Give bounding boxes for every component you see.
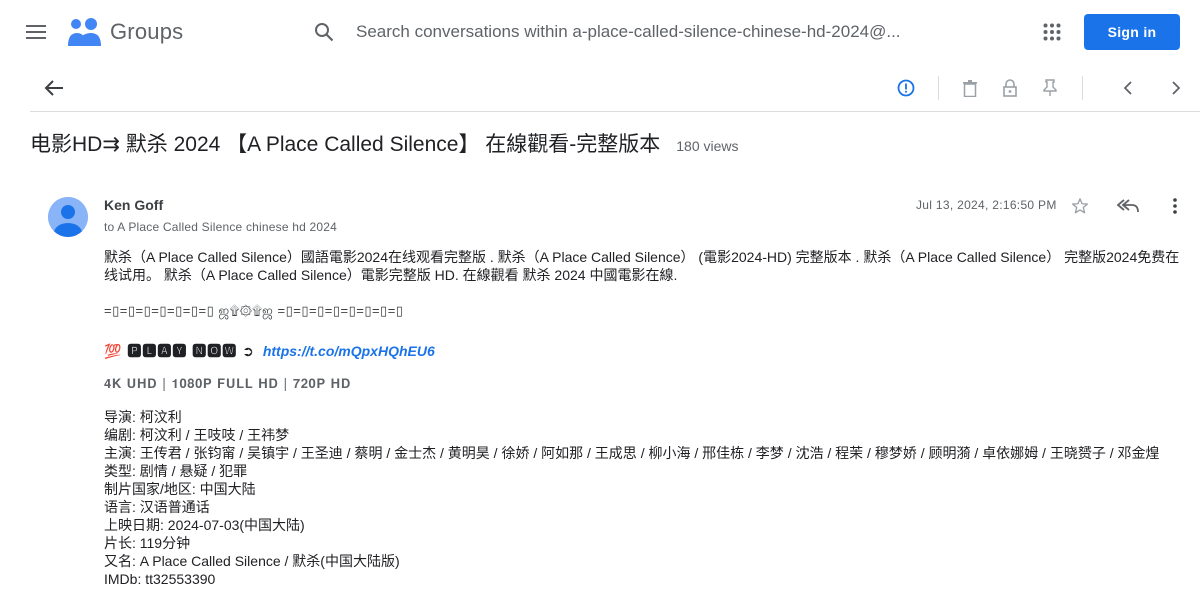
message-date: Jul 13, 2024, 2:16:50 PM <box>916 198 1057 212</box>
thread-title: 电影HD⇉ 默杀 2024 【A Place Called Silence】 在… <box>30 133 661 156</box>
reply-all-icon <box>1117 199 1139 213</box>
thread-toolbar <box>30 64 1200 112</box>
search-icon <box>315 23 334 42</box>
info-line-aka: 又名: A Place Called Silence / 默杀(中国大陆版) <box>104 553 400 569</box>
avatar <box>48 197 88 237</box>
chevron-left-icon <box>1123 81 1132 95</box>
play-now-label: 💯 🅿🅻🅰🆈 🅽🅾🆆 ➲ <box>104 343 255 359</box>
arrow-back-icon <box>44 80 63 96</box>
info-line-country: 制片国家/地区: 中国大陆 <box>104 481 256 497</box>
play-now-link[interactable]: https://t.co/mQpxHQhEU6 <box>263 342 435 360</box>
search-input[interactable] <box>356 22 916 42</box>
thread-header: 电影HD⇉ 默杀 2024 【A Place Called Silence】 在… <box>30 128 739 158</box>
search-button[interactable] <box>304 12 344 52</box>
movie-info: 导演: 柯汶利 编剧: 柯汶利 / 王吱吱 / 王祎梦 主演: 王传君 / 张钧… <box>104 408 1180 588</box>
info-line-writers: 编剧: 柯汶利 / 王吱吱 / 王祎梦 <box>104 427 290 443</box>
view-count: 180 views <box>676 138 739 154</box>
next-thread-button[interactable] <box>1158 70 1194 106</box>
previous-thread-button[interactable] <box>1110 70 1146 106</box>
chevron-right-icon <box>1172 81 1181 95</box>
more-vert-icon <box>1173 198 1177 214</box>
person-avatar-icon <box>48 197 88 237</box>
author-name[interactable]: Ken Goff <box>104 197 163 213</box>
top-bar: Groups Sign in <box>0 0 1200 64</box>
quality-line: 𝟒𝐊 𝐔𝐇𝐃 | 𝟏𝟎𝟖𝟎𝐏 𝐅𝐔𝐋𝐋 𝐇𝐃 | 𝟕𝟐𝟎𝐏 𝐇𝐃 <box>104 377 351 392</box>
main-menu-button[interactable] <box>18 14 54 50</box>
star-button[interactable] <box>1065 191 1095 221</box>
toolbar-divider <box>1082 76 1083 100</box>
info-line-runtime: 片长: 119分钟 <box>104 535 191 551</box>
toolbar-divider <box>938 76 939 100</box>
app-name: Groups <box>110 19 184 44</box>
recipient-line: to A Place Called Silence chinese hd 202… <box>104 220 338 234</box>
info-line-imdb: IMDb: tt32553390 <box>104 571 216 587</box>
groups-logo-icon <box>68 18 101 46</box>
search-bar <box>304 12 1044 52</box>
reply-all-button[interactable] <box>1113 191 1143 221</box>
delete-button[interactable] <box>952 70 988 106</box>
info-line-director: 导演: 柯汶利 <box>104 409 182 425</box>
apps-grid-icon <box>1043 23 1061 41</box>
info-line-language: 语言: 汉语普通话 <box>104 499 210 515</box>
decorative-divider: =▯=▯=▯=▯=▯=▯=▯ ஜ۩۞۩ஜ =▯=▯=▯=▯=▯=▯=▯=▯ <box>104 303 404 318</box>
message-body: 默杀（A Place Called Silence）國語電影2024在线观看完整… <box>104 248 1180 588</box>
info-line-cast: 主演: 王传君 / 张钧甯 / 吴镇宇 / 王圣迪 / 蔡明 / 金士杰 / 黄… <box>104 445 1160 461</box>
trash-icon <box>963 79 977 97</box>
info-line-genre: 类型: 剧情 / 悬疑 / 犯罪 <box>104 463 248 479</box>
intro-paragraph: 默杀（A Place Called Silence）國語電影2024在线观看完整… <box>104 249 1180 283</box>
info-line-release-date: 上映日期: 2024-07-03(中国大陆) <box>104 517 305 533</box>
groups-logo[interactable]: Groups <box>66 16 183 48</box>
pin-button[interactable] <box>1032 70 1068 106</box>
lock-button[interactable] <box>992 70 1028 106</box>
google-apps-button[interactable] <box>1034 14 1070 50</box>
report-icon <box>897 79 915 97</box>
sign-in-button[interactable]: Sign in <box>1084 14 1180 50</box>
lock-icon <box>1003 79 1017 97</box>
hamburger-menu-icon <box>26 25 46 39</box>
star-icon <box>1071 198 1089 214</box>
report-button[interactable] <box>888 70 924 106</box>
back-button[interactable] <box>36 70 72 106</box>
play-now-line: 💯 🅿🅻🅰🆈 🅽🅾🆆 ➲ https://t.co/mQpxHQhEU6 <box>104 342 1180 360</box>
pin-icon <box>1043 79 1057 96</box>
more-options-button[interactable] <box>1160 191 1190 221</box>
